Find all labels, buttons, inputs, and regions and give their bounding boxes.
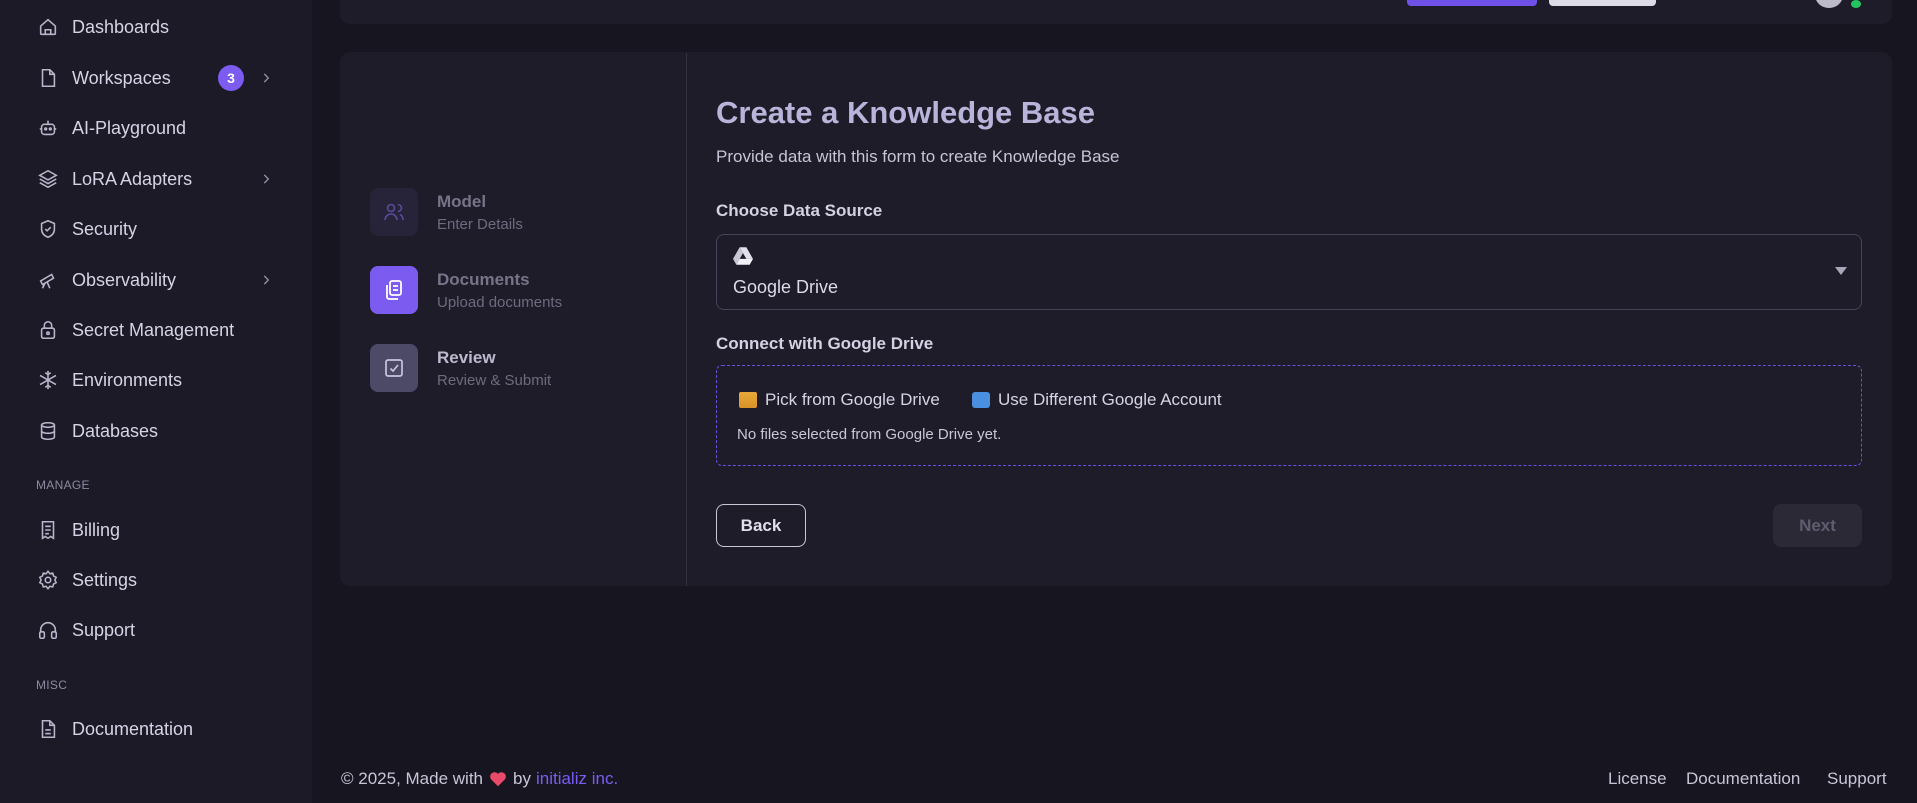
knowledge-base-card: [340, 52, 1892, 586]
sidebar-item-label: Environments: [72, 369, 183, 390]
sidebar-item-dashboards[interactable]: Dashboards: [36, 9, 276, 45]
file-icon: [36, 66, 60, 90]
pick-from-drive-label: Pick from Google Drive: [765, 390, 940, 409]
sidebar: Dashboards Workspaces 3 AI-Playground Lo…: [0, 0, 312, 803]
sidebar-item-billing[interactable]: Billing: [36, 512, 276, 548]
heart-icon: [490, 772, 506, 787]
next-button[interactable]: Next: [1773, 504, 1862, 547]
sidebar-item-label: Observability: [72, 269, 177, 290]
connect-drive-label: Connect with Google Drive: [716, 334, 934, 353]
sidebar-item-label: LoRA Adapters: [72, 168, 193, 189]
online-status-dot: [1851, 0, 1861, 8]
step-model[interactable]: Model Enter Details: [370, 188, 523, 236]
sidebar-item-label: Billing: [72, 519, 121, 540]
step-title: Documents: [437, 269, 530, 289]
chevron-right-icon: [256, 68, 276, 88]
gear-icon: [36, 568, 60, 592]
step-subtitle: Upload documents: [437, 293, 563, 311]
chevron-right-icon: [256, 270, 276, 290]
folder-icon: [739, 392, 757, 408]
data-source-select[interactable]: Google Drive: [716, 234, 1862, 310]
caret-down-icon: [1835, 267, 1847, 275]
snowflake-icon: [36, 368, 60, 392]
misc-section-heading: MISC: [36, 678, 68, 692]
check-square-icon: [370, 344, 418, 392]
step-documents[interactable]: Documents Upload documents: [370, 266, 562, 314]
sidebar-item-workspaces[interactable]: Workspaces 3: [36, 60, 276, 96]
users-icon: [370, 188, 418, 236]
copy-icon: [370, 266, 418, 314]
footer-license-link[interactable]: License: [1608, 769, 1667, 789]
workspaces-count-badge: 3: [218, 65, 244, 91]
sidebar-item-label: Databases: [72, 420, 159, 441]
sidebar-item-label: Documentation: [72, 718, 194, 739]
data-source-value: Google Drive: [733, 277, 839, 297]
document-icon: [36, 717, 60, 741]
database-icon: [36, 419, 60, 443]
sidebar-item-documentation[interactable]: Documentation: [36, 711, 276, 747]
headphones-icon: [36, 618, 60, 642]
lock-icon: [36, 318, 60, 342]
data-source-label: Choose Data Source: [716, 201, 883, 220]
google-drive-icon: [733, 247, 753, 265]
footer-copyright: © 2025, Made with by initializ inc.: [341, 769, 618, 789]
sidebar-item-label: Security: [72, 218, 138, 239]
google-drive-connect-panel: Pick from Google Drive Use Different Goo…: [716, 365, 1862, 466]
top-secondary-button[interactable]: [1549, 0, 1656, 6]
company-link[interactable]: initializ inc.: [536, 769, 618, 789]
refresh-icon: [972, 392, 990, 408]
step-title: Model: [437, 191, 487, 211]
switch-account-label: Use Different Google Account: [998, 390, 1222, 409]
manage-section-heading: MANAGE: [36, 478, 90, 492]
pick-from-drive-link[interactable]: Pick from Google Drive: [739, 390, 940, 410]
back-button[interactable]: Back: [716, 504, 806, 547]
step-subtitle: Enter Details: [437, 215, 523, 233]
switch-google-account-link[interactable]: Use Different Google Account: [972, 390, 1222, 410]
telescope-icon: [36, 268, 60, 292]
sidebar-item-databases[interactable]: Databases: [36, 413, 276, 449]
sidebar-item-ai-playground[interactable]: AI-Playground: [36, 110, 276, 146]
receipt-icon: [36, 518, 60, 542]
shield-check-icon: [36, 217, 60, 241]
copyright-text: © 2025, Made with: [341, 769, 483, 788]
sidebar-item-label: Workspaces: [72, 67, 171, 88]
sidebar-item-environments[interactable]: Environments: [36, 362, 276, 398]
sidebar-item-support[interactable]: Support: [36, 612, 276, 648]
top-primary-button[interactable]: [1407, 0, 1537, 6]
sidebar-item-settings[interactable]: Settings: [36, 562, 276, 598]
footer-documentation-link[interactable]: Documentation: [1686, 769, 1800, 789]
stepper-divider: [686, 53, 687, 586]
sidebar-item-label: AI-Playground: [72, 117, 187, 138]
footer-support-link[interactable]: Support: [1827, 769, 1887, 789]
sidebar-item-label: Support: [72, 619, 136, 640]
sidebar-item-label: Settings: [72, 569, 138, 590]
sidebar-item-label: Dashboards: [72, 16, 170, 37]
sidebar-item-secret-management[interactable]: Secret Management: [36, 312, 276, 348]
chevron-right-icon: [256, 169, 276, 189]
page-title: Create a Knowledge Base: [716, 95, 1096, 130]
step-review[interactable]: Review Review & Submit: [370, 344, 551, 392]
by-text: by: [513, 769, 531, 788]
sidebar-item-security[interactable]: Security: [36, 211, 276, 247]
robot-icon: [36, 116, 60, 140]
empty-selection-text: No files selected from Google Drive yet.: [737, 426, 1002, 443]
sidebar-item-observability[interactable]: Observability: [36, 262, 276, 298]
layers-icon: [36, 167, 60, 191]
step-subtitle: Review & Submit: [437, 371, 552, 389]
home-icon: [36, 15, 60, 39]
page-subtitle: Provide data with this form to create Kn…: [716, 147, 1120, 166]
step-title: Review: [437, 347, 496, 367]
top-bar: [340, 0, 1892, 24]
sidebar-item-lora-adapters[interactable]: LoRA Adapters: [36, 161, 276, 197]
sidebar-item-label: Secret Management: [72, 319, 235, 340]
